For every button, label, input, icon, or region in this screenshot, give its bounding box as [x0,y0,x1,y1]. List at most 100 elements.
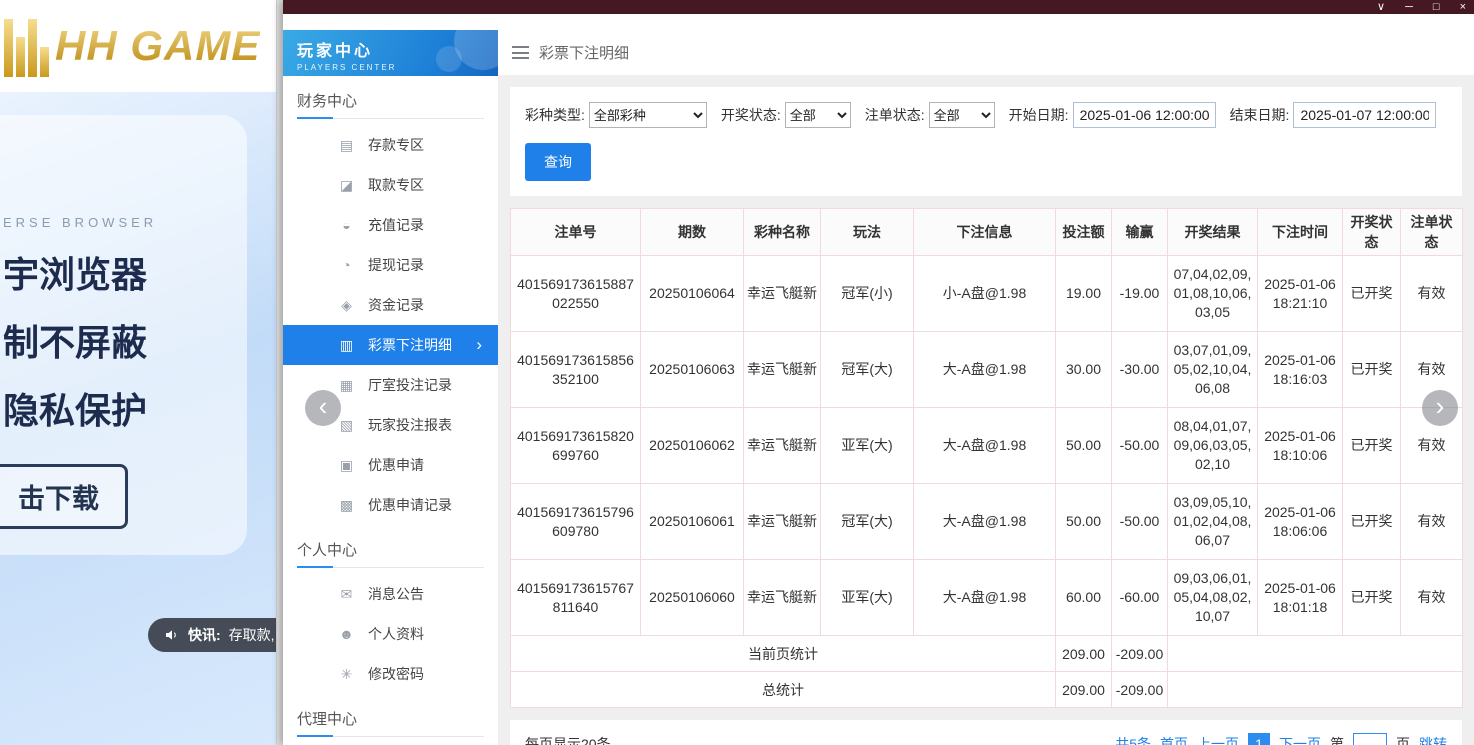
table-cell: 401569173615887022550 [511,256,641,332]
column-header: 期数 [641,209,744,256]
current-page[interactable]: 1 [1248,733,1270,745]
first-page-link[interactable]: 首页 [1160,734,1188,745]
sidebar-item-label: 彩票下注明细 [368,335,452,355]
table-cell: 冠军(小) [821,256,914,332]
ticker-text: 存取款, [229,625,275,645]
bet-status-select[interactable]: 全部 [929,102,995,128]
summary-cell [1168,672,1463,708]
recharge-record-icon: ◒ [338,217,355,233]
table-cell: 大-A盘@1.98 [914,408,1056,484]
table-cell: 已开奖 [1343,560,1401,636]
sidebar-item[interactable]: ▩优惠申请记录 [283,485,498,525]
carousel-prev-button[interactable]: ‹ [305,390,341,426]
promo-apply-icon: ▣ [338,457,355,474]
page-scrollbar[interactable] [276,0,283,745]
withdraw-icon: ◪ [338,177,355,194]
table-cell: -19.00 [1112,256,1168,332]
column-header: 下注时间 [1258,209,1343,256]
end-date-label: 结束日期: [1230,105,1290,125]
app-window: ∨─□× 玩家中心 PLAYERS CENTER 财务中心▤存款专区◪取款专区◒… [283,0,1474,745]
sidebar-item[interactable]: ◪取款专区 [283,165,498,205]
table-cell: 401569173615820699760 [511,408,641,484]
table-cell: 20250106062 [641,408,744,484]
table-cell: 有效 [1401,560,1463,636]
table-cell: 幸运飞艇新 [744,332,821,408]
page-title: 彩票下注明细 [539,42,629,63]
table-cell: 已开奖 [1343,484,1401,560]
menu-toggle-icon[interactable] [512,46,529,59]
sidebar-item[interactable]: ▤存款专区 [283,125,498,165]
table-cell: 幸运飞艇新 [744,408,821,484]
table-cell: 幸运飞艇新 [744,484,821,560]
draw-status-label: 开奖状态: [721,105,781,125]
end-date-input[interactable] [1293,102,1436,128]
player-center-subtitle: PLAYERS CENTER [297,63,498,72]
column-header: 注单状态 [1401,209,1463,256]
summary-cell: 209.00 [1056,672,1112,708]
content: 彩种类型: 全部彩种 开奖状态: 全部 [498,75,1474,745]
sidebar-item[interactable]: ✳修改密码 [283,654,498,694]
promo-apply-record-icon: ▩ [338,497,355,514]
table-cell: 09,03,06,01,05,04,08,02,10,07 [1168,560,1258,636]
jump-link[interactable]: 跳转 [1419,734,1447,745]
prev-page-link[interactable]: 上一页 [1197,734,1239,745]
column-header: 注单号 [511,209,641,256]
table-cell: 2025-01-06 18:21:10 [1258,256,1343,332]
table-cell: 大-A盘@1.98 [914,560,1056,636]
table-cell: 60.00 [1056,560,1112,636]
column-header: 投注额 [1056,209,1112,256]
lottery-type-label: 彩种类型: [525,105,585,125]
sidebar-item-label: 修改密码 [368,664,424,684]
promo-line-2: 制不屏蔽 [3,314,247,366]
chevron-down-icon[interactable]: ∨ [1377,2,1385,12]
table-cell: 已开奖 [1343,332,1401,408]
sidebar-item-label: 玩家投注报表 [368,415,452,435]
page-header: 彩票下注明细 [498,14,1474,75]
section-title: 代理中心 [297,708,484,737]
lottery-type-select[interactable]: 全部彩种 [589,102,707,128]
table-cell: 401569173615767811640 [511,560,641,636]
minimize-icon[interactable]: ─ [1405,2,1413,12]
table-cell: 401569173615796609780 [511,484,641,560]
speaker-icon [164,627,180,643]
table-cell: 大-A盘@1.98 [914,484,1056,560]
query-button[interactable]: 查询 [525,143,591,181]
table-header-row: 注单号期数彩种名称玩法下注信息投注额输赢开奖结果下注时间开奖状态注单状态 [511,209,1463,256]
start-date-input[interactable] [1073,102,1216,128]
table-cell: 03,07,01,09,05,02,10,04,06,08 [1168,332,1258,408]
sidebar-item[interactable]: ◔提现记录 [283,245,498,285]
table-cell: -50.00 [1112,408,1168,484]
bet-table: 注单号期数彩种名称玩法下注信息投注额输赢开奖结果下注时间开奖状态注单状态 401… [510,208,1463,708]
site-logo: HH GAME [0,0,283,92]
sidebar-item[interactable]: ✉消息公告 [283,574,498,614]
summary-cell [1168,636,1463,672]
draw-status-select[interactable]: 全部 [785,102,851,128]
close-icon[interactable]: × [1460,2,1466,12]
lottery-bet-detail-icon: ▥ [338,337,355,354]
page-number-input[interactable] [1353,733,1387,745]
carousel-next-button[interactable]: › [1422,390,1458,426]
table-cell: -50.00 [1112,484,1168,560]
page-label-pre: 第 [1330,734,1344,745]
maximize-icon[interactable]: □ [1433,2,1440,12]
promo-subtitle-en: ERSE BROWSER [3,215,247,230]
page-size-text: 每页显示20条 [525,734,611,745]
screen: HH GAME ERSE BROWSER 宇浏览器 制不屏蔽 隐私保护 击下载 … [0,0,1474,745]
funds-record-icon: ◈ [338,297,355,314]
message-icon: ✉ [338,586,355,603]
table-row: 40156917361588702255020250106064幸运飞艇新冠军(… [511,256,1463,332]
player-bet-report-icon: ▧ [338,417,355,434]
column-header: 开奖状态 [1343,209,1401,256]
next-page-link[interactable]: 下一页 [1279,734,1321,745]
sidebar-item[interactable]: ☻个人资料 [283,614,498,654]
start-date-label: 开始日期: [1009,105,1069,125]
download-button[interactable]: 击下载 [0,464,128,529]
promo-line-3: 隐私保护 [3,382,247,434]
summary-cell: -209.00 [1112,672,1168,708]
promo-line-1: 宇浏览器 [3,246,247,298]
sidebar-item[interactable]: ▣优惠申请 [283,445,498,485]
table-cell: 有效 [1401,484,1463,560]
sidebar-item[interactable]: ◈资金记录 [283,285,498,325]
sidebar-item[interactable]: ▥彩票下注明细› [283,325,498,365]
sidebar-item[interactable]: ◒充值记录 [283,205,498,245]
